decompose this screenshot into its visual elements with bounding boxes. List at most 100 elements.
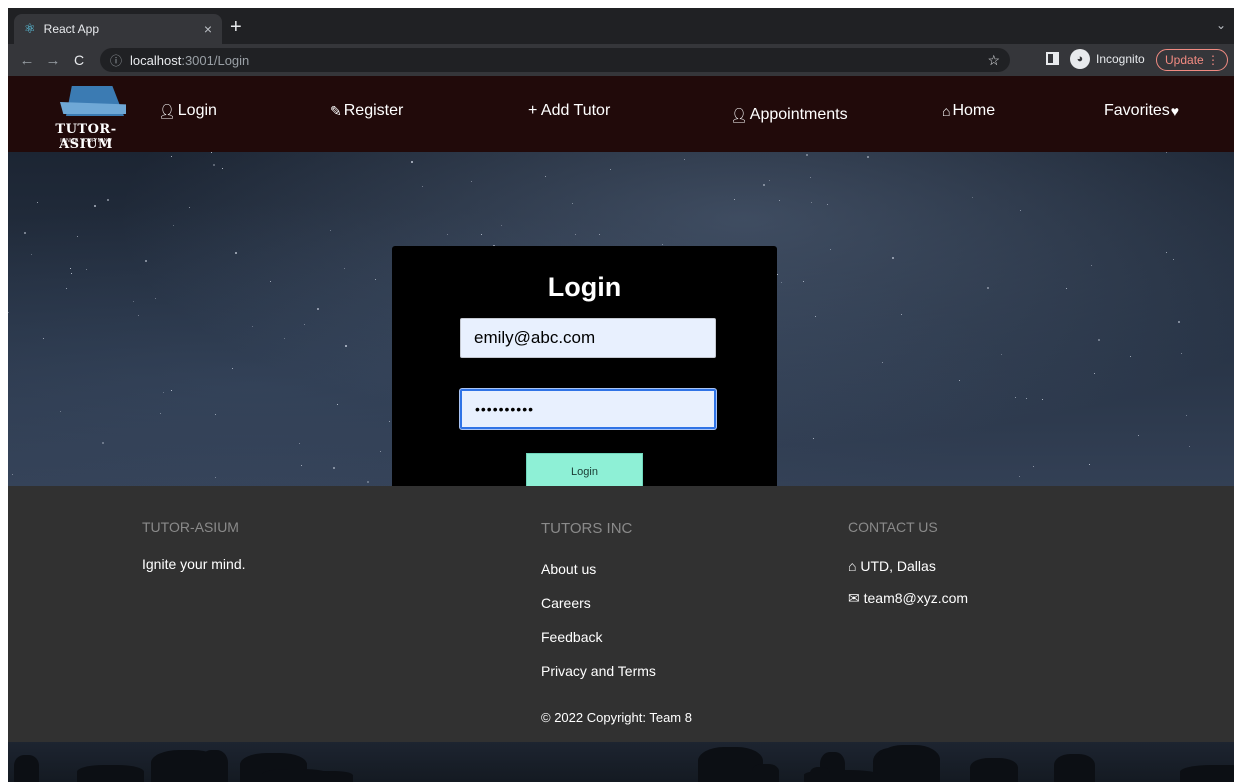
star-decoration bbox=[171, 156, 172, 157]
star-decoration bbox=[610, 169, 611, 170]
home-icon: ⌂ bbox=[848, 558, 857, 574]
nav-favorites[interactable]: Favorites ♥ bbox=[1104, 102, 1181, 120]
side-panel-icon[interactable] bbox=[1046, 52, 1059, 65]
forward-button[interactable]: → bbox=[40, 52, 66, 69]
star-decoration bbox=[232, 368, 233, 369]
star-decoration bbox=[344, 268, 345, 269]
password-field[interactable] bbox=[460, 389, 716, 429]
forest-silhouette-background bbox=[8, 742, 1234, 782]
star-decoration bbox=[173, 225, 174, 226]
nav-home[interactable]: ⌂ Home bbox=[942, 102, 995, 120]
star-decoration bbox=[1020, 210, 1021, 211]
nav-appointments-label: Appointments bbox=[749, 106, 848, 123]
new-tab-button[interactable]: + bbox=[230, 16, 242, 38]
star-decoration bbox=[1181, 353, 1182, 354]
tab-close-icon[interactable]: × bbox=[204, 21, 212, 37]
browser-window: ⚛ React App × + ⌄ ← → C ⓘ localhost:3001… bbox=[8, 8, 1234, 782]
star-decoration bbox=[284, 338, 285, 339]
star-decoration bbox=[1019, 476, 1020, 477]
tree-silhouette bbox=[878, 745, 940, 782]
star-decoration bbox=[987, 287, 989, 289]
star-decoration bbox=[375, 279, 376, 280]
star-decoration bbox=[43, 338, 44, 339]
star-decoration bbox=[70, 268, 71, 269]
footer-contact-heading: CONTACT US bbox=[848, 519, 938, 535]
footer-brand-heading: TUTOR-ASIUM bbox=[142, 519, 239, 535]
star-decoration bbox=[102, 442, 104, 444]
star-decoration bbox=[501, 225, 502, 226]
browser-toolbar: ← → C ⓘ localhost:3001/Login ☆ ◕ Incogni… bbox=[8, 44, 1234, 76]
star-decoration bbox=[37, 202, 38, 203]
star-decoration bbox=[330, 230, 331, 231]
footer-tagline: Ignite your mind. bbox=[142, 556, 246, 572]
nav-appointments[interactable]: 👤︎ Appointments bbox=[730, 106, 848, 124]
footer-link-privacy[interactable]: Privacy and Terms bbox=[541, 663, 656, 679]
star-decoration bbox=[572, 203, 573, 204]
footer-address: ⌂ UTD, Dallas bbox=[848, 558, 936, 574]
nav-login-label: Login bbox=[177, 102, 217, 119]
star-decoration bbox=[160, 413, 161, 414]
tree-silhouette bbox=[1054, 754, 1095, 782]
star-decoration bbox=[235, 252, 237, 254]
user-icon: 👤︎ bbox=[158, 102, 176, 119]
react-logo-icon: ⚛ bbox=[24, 21, 36, 36]
star-decoration bbox=[304, 324, 305, 325]
login-title: Login bbox=[547, 272, 622, 302]
tree-silhouette bbox=[262, 769, 329, 782]
star-decoration bbox=[447, 234, 448, 235]
nav-home-label: Home bbox=[952, 102, 996, 119]
footer-link-careers[interactable]: Careers bbox=[541, 595, 591, 611]
tab-search-icon[interactable]: ⌄ bbox=[1216, 18, 1226, 32]
star-decoration bbox=[107, 199, 109, 201]
star-decoration bbox=[270, 281, 271, 282]
star-decoration bbox=[299, 443, 300, 444]
user-icon: 👤︎ bbox=[730, 106, 748, 123]
nav-login[interactable]: 👤︎ Login bbox=[158, 102, 217, 120]
back-button[interactable]: ← bbox=[14, 52, 40, 69]
incognito-label: Incognito bbox=[1096, 52, 1145, 66]
star-decoration bbox=[211, 152, 212, 153]
bookmark-star-icon[interactable]: ☆ bbox=[987, 52, 1000, 69]
envelope-icon: ✉ bbox=[848, 590, 860, 606]
site-navbar: TUTOR-ASIUM IGNITE YOUR MIND 👤︎ Login ✎ … bbox=[8, 76, 1234, 152]
logo-text: TUTOR-ASIUM bbox=[55, 122, 117, 152]
footer-link-feedback[interactable]: Feedback bbox=[541, 629, 602, 645]
tree-silhouette bbox=[1180, 765, 1234, 782]
star-decoration bbox=[1189, 446, 1190, 447]
footer-email-text: team8@xyz.com bbox=[863, 590, 969, 606]
footer-link-about[interactable]: About us bbox=[541, 561, 596, 577]
update-button[interactable]: Update ⋮ bbox=[1156, 49, 1229, 71]
url-path: :3001/Login bbox=[181, 52, 250, 68]
site-info-icon[interactable]: ⓘ bbox=[110, 52, 122, 69]
incognito-indicator[interactable]: ◕ Incognito bbox=[1070, 49, 1145, 69]
star-decoration bbox=[1015, 397, 1016, 398]
star-decoration bbox=[145, 260, 147, 262]
site-footer: TUTOR-ASIUM Ignite your mind. TUTORS INC… bbox=[8, 486, 1234, 742]
nav-register[interactable]: ✎ Register bbox=[330, 102, 403, 120]
star-decoration bbox=[734, 199, 735, 200]
star-decoration bbox=[86, 269, 87, 270]
star-decoration bbox=[1166, 152, 1167, 153]
star-decoration bbox=[94, 205, 96, 207]
address-bar[interactable]: ⓘ localhost:3001/Login ☆ bbox=[100, 48, 1010, 72]
star-decoration bbox=[575, 234, 576, 235]
browser-tab[interactable]: ⚛ React App × bbox=[14, 14, 222, 44]
star-decoration bbox=[301, 465, 302, 466]
star-decoration bbox=[215, 414, 216, 415]
web-page: TUTOR-ASIUM IGNITE YOUR MIND 👤︎ Login ✎ … bbox=[8, 76, 1234, 782]
star-decoration bbox=[8, 312, 9, 313]
tab-strip: ⚛ React App × + ⌄ bbox=[8, 8, 1234, 44]
star-decoration bbox=[763, 184, 765, 186]
email-field[interactable] bbox=[460, 318, 716, 358]
nav-add-tutor[interactable]: + Add Tutor bbox=[528, 102, 610, 120]
star-decoration bbox=[1066, 288, 1067, 289]
tree-silhouette bbox=[14, 755, 39, 782]
tutor-asium-logo[interactable]: TUTOR-ASIUM IGNITE YOUR MIND bbox=[38, 84, 128, 152]
star-decoration bbox=[1026, 398, 1027, 399]
star-decoration bbox=[1138, 435, 1139, 436]
pencil-icon: ✎ bbox=[330, 102, 342, 119]
reload-button[interactable]: C bbox=[66, 52, 92, 68]
star-decoration bbox=[684, 159, 685, 160]
tree-silhouette bbox=[810, 767, 830, 782]
tree-silhouette bbox=[752, 764, 779, 782]
